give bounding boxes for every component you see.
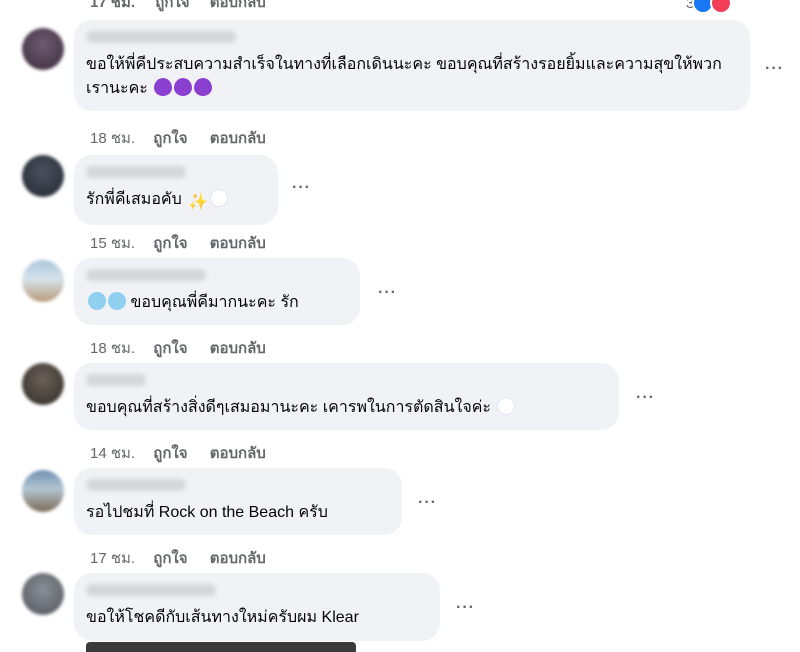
comment-time: 15 ชม. (90, 235, 136, 252)
purple-heart-icon (154, 78, 173, 96)
like-link[interactable]: ถูกใจ (153, 550, 187, 567)
comment-actions: 17 ชม. ถูกใจ ตอบกลับ (90, 546, 284, 570)
like-link[interactable]: ถูกใจ (153, 130, 187, 147)
white-heart-icon (210, 189, 229, 207)
reaction-summary[interactable]: 3 (686, 0, 733, 14)
love-reaction-icon (710, 0, 733, 14)
like-link[interactable]: ถูกใจ (153, 445, 187, 462)
blue-heart-icon (108, 292, 126, 310)
author-name-blurred[interactable] (86, 166, 186, 178)
author-name-blurred[interactable] (86, 374, 146, 386)
reply-link[interactable]: ตอบกลับ (210, 445, 266, 462)
purple-heart-icon (174, 78, 193, 96)
avatar[interactable] (22, 573, 64, 615)
purple-heart-icon (194, 78, 213, 96)
more-options-icon[interactable]: ··· (456, 599, 475, 617)
comment-actions: 18 ชม. ถูกใจ ตอบกลับ (90, 126, 284, 150)
more-options-icon[interactable]: ··· (378, 284, 397, 302)
comment-text: ขอบคุณพี่คีมากนะคะ รัก (86, 291, 348, 315)
comment-bubble: ขอบคุณพี่คีมากนะคะ รัก (74, 258, 360, 325)
avatar[interactable] (22, 260, 64, 302)
comment-time: 14 ชม. (90, 445, 136, 462)
comment-time: 17 ชม. (90, 0, 136, 11)
author-name-blurred[interactable] (86, 31, 236, 43)
comment-bubble: ขอให้พี่คีประสบความสำเร็จในทางที่เลือกเด… (74, 20, 750, 111)
reply-link[interactable]: ตอบกลับ (210, 130, 266, 147)
comment-time: 18 ชม. (90, 340, 136, 357)
author-name-blurred[interactable] (86, 269, 206, 281)
white-heart-icon (497, 397, 516, 415)
avatar[interactable] (22, 28, 64, 70)
comment-text: ขอให้โชคดีกับเส้นทางใหม่ครับผม Klear (86, 609, 359, 626)
avatar[interactable] (22, 363, 64, 405)
reply-link[interactable]: ตอบกลับ (210, 0, 266, 11)
avatar[interactable] (22, 155, 64, 197)
reply-link[interactable]: ตอบกลับ (210, 235, 266, 252)
comment-text: ขอให้พี่คีประสบความสำเร็จในทางที่เลือกเด… (86, 56, 722, 97)
comment-time: 17 ชม. (90, 550, 136, 567)
more-options-icon[interactable]: ··· (636, 389, 655, 407)
author-name-blurred[interactable] (86, 479, 186, 491)
comment-text: รอไปชมที่ Rock on the Beach ครับ (86, 504, 328, 521)
reply-link[interactable]: ตอบกลับ (210, 340, 266, 357)
comment-text: รักพี่คีเสมอคับ ✨ (86, 188, 266, 215)
blue-heart-icon (88, 292, 106, 310)
more-options-icon[interactable]: ··· (292, 179, 311, 197)
comment-actions: 15 ชม. ถูกใจ ตอบกลับ (90, 231, 284, 255)
comment-text: ขอบคุณที่สร้างสิ่งดีๆเสมอมานะคะ เคารพในก… (86, 396, 607, 420)
comment-actions: 18 ชม. ถูกใจ ตอบกลับ (90, 336, 284, 360)
sparkles-icon: ✨ (188, 194, 209, 211)
more-options-icon[interactable]: ··· (418, 494, 437, 512)
media-preview-edge (86, 642, 356, 652)
reply-link[interactable]: ตอบกลับ (210, 550, 266, 567)
avatar[interactable] (22, 470, 64, 512)
more-options-icon[interactable]: ··· (765, 60, 784, 78)
like-link[interactable]: ถูกใจ (155, 0, 189, 11)
comment-actions: 14 ชม. ถูกใจ ตอบกลับ (90, 441, 284, 465)
comment-bubble: รักพี่คีเสมอคับ ✨ (74, 155, 278, 225)
like-link[interactable]: ถูกใจ (153, 340, 187, 357)
comment-bubble: ขอบคุณที่สร้างสิ่งดีๆเสมอมานะคะ เคารพในก… (74, 363, 619, 430)
comment-bubble: ขอให้โชคดีกับเส้นทางใหม่ครับผม Klear (74, 573, 440, 641)
like-link[interactable]: ถูกใจ (153, 235, 187, 252)
author-name-blurred[interactable] (86, 584, 216, 596)
comment-bubble: รอไปชมที่ Rock on the Beach ครับ (74, 468, 402, 535)
comment-actions-top: 17 ชม. ถูกใจ ตอบกลับ (90, 0, 282, 14)
comment-time: 18 ชม. (90, 130, 136, 147)
